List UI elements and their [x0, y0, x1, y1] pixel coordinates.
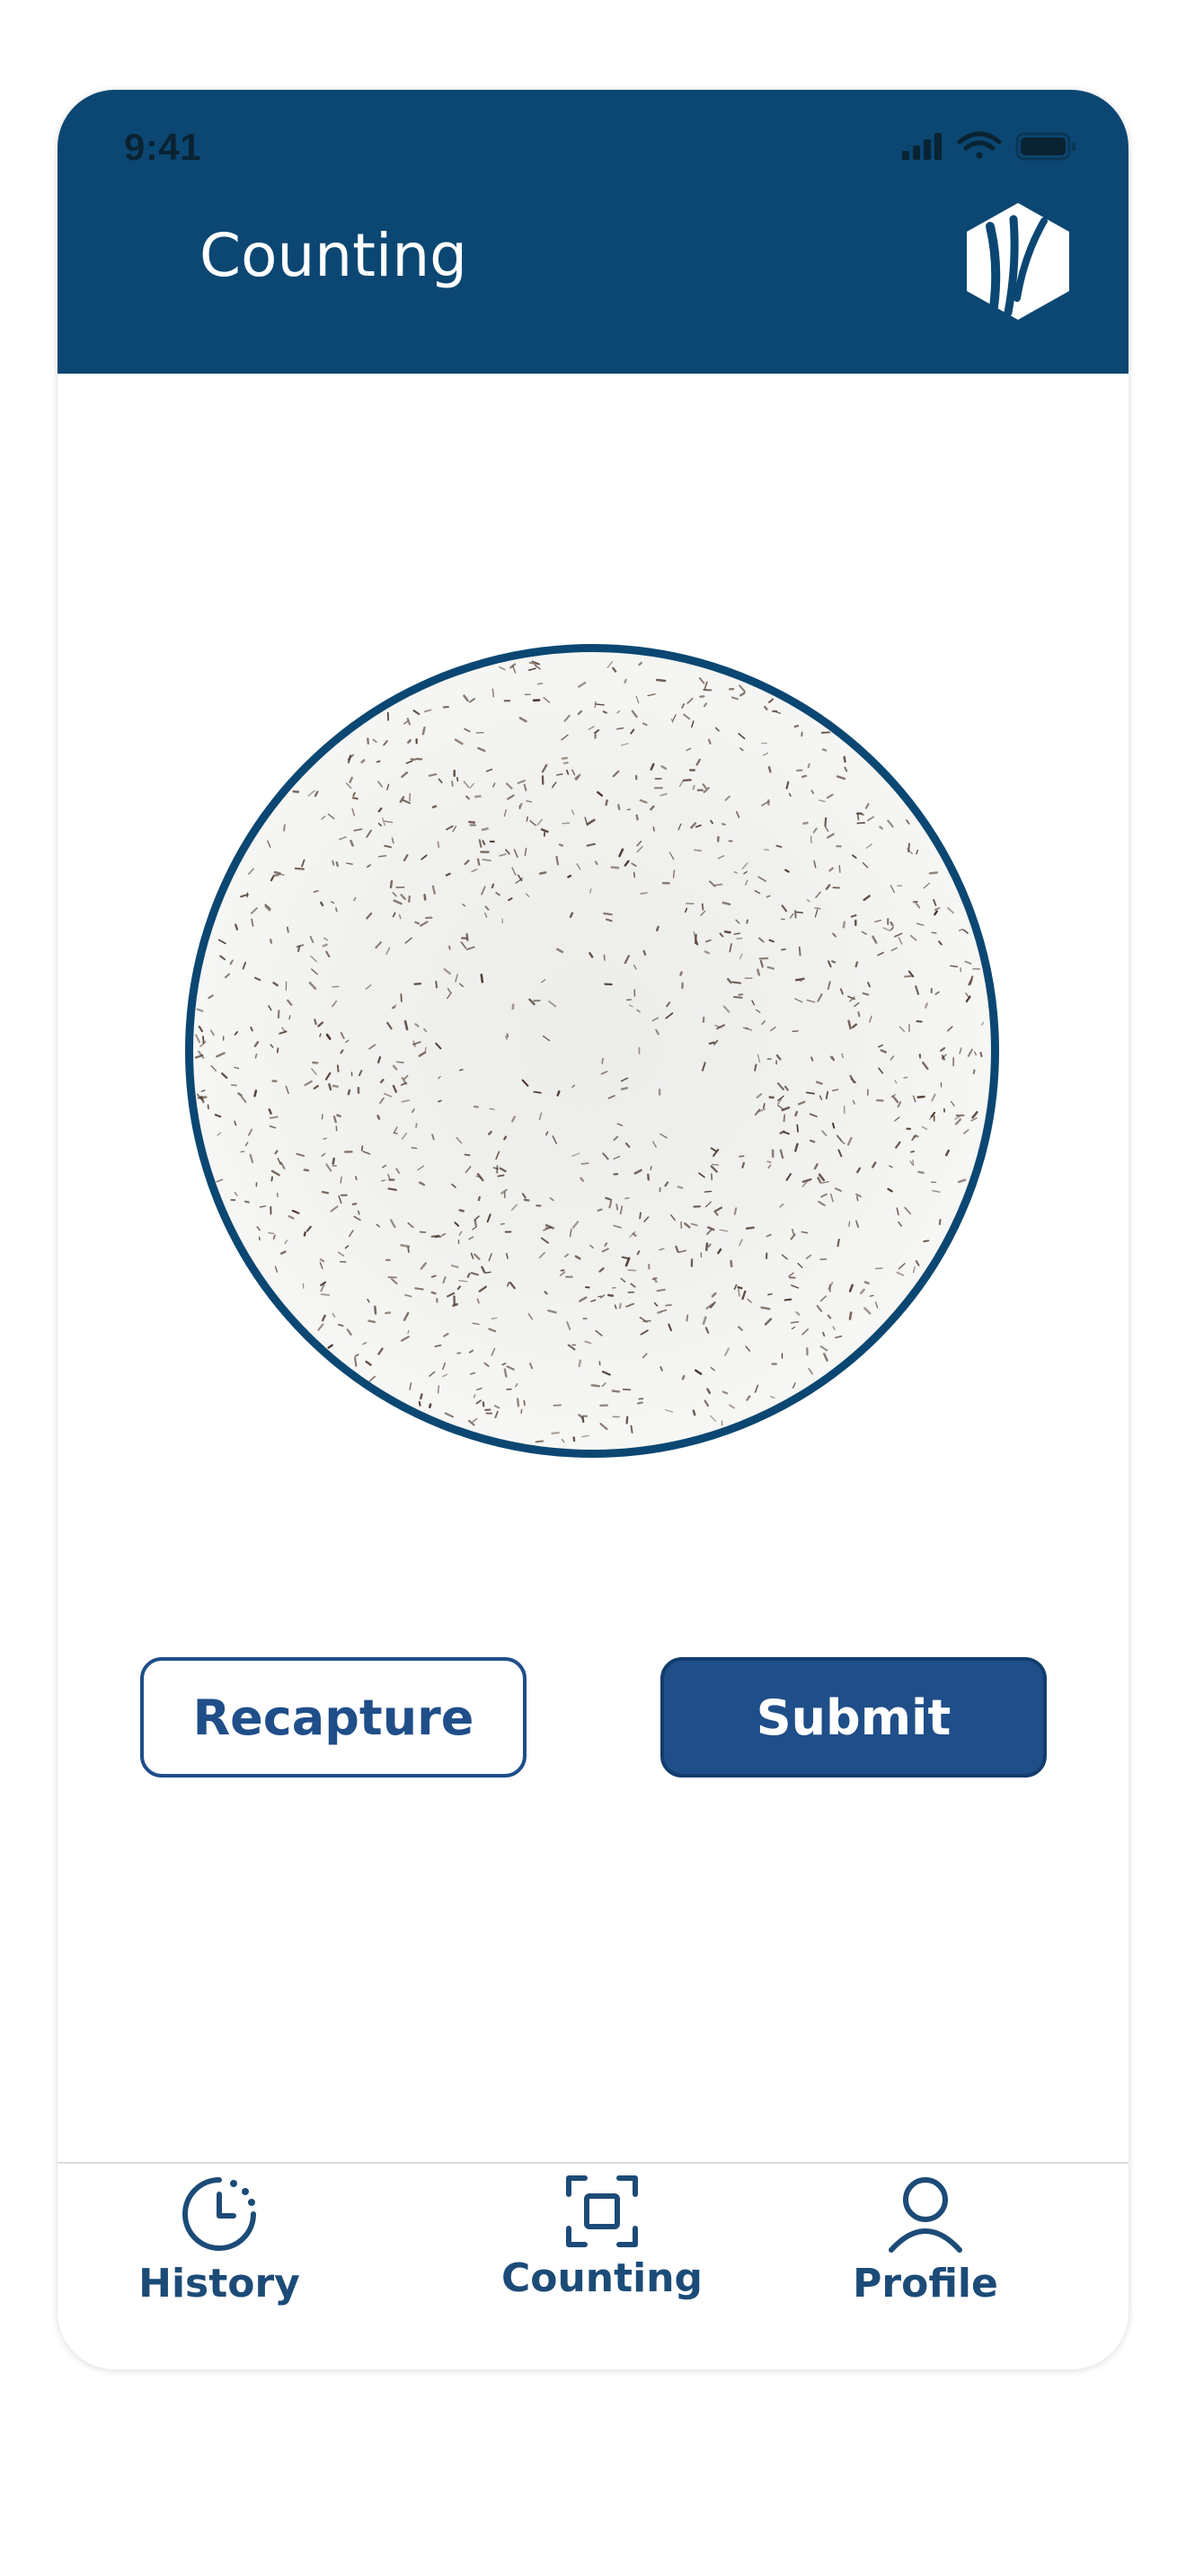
app-header: 9:41 Counting [58, 90, 1128, 374]
scan-frame-icon [563, 2173, 641, 2254]
bottom-tab-bar: History Counting Profile [58, 2162, 1128, 2369]
tab-history[interactable]: History [129, 2164, 309, 2369]
history-clock-icon [178, 2173, 261, 2259]
submit-button[interactable]: Submit [660, 1657, 1047, 1778]
recapture-button[interactable]: Recapture [140, 1657, 527, 1778]
tab-counting-label: Counting [500, 2255, 704, 2301]
battery-icon [1015, 132, 1075, 161]
sample-specks [194, 660, 984, 1443]
user-icon [884, 2173, 967, 2259]
wifi-icon [957, 131, 1002, 159]
captured-sample-image [185, 644, 999, 1458]
tab-profile[interactable]: Profile [836, 2164, 1015, 2369]
tab-profile-label: Profile [853, 2261, 998, 2307]
status-icons [902, 131, 1082, 162]
tab-history-label: History [138, 2261, 300, 2307]
cellular-signal-icon [902, 133, 942, 160]
page-title: Counting [199, 221, 468, 290]
app-logo-icon [961, 201, 1075, 322]
page: 9:41 Counting Recapture Submit History C… [0, 0, 1186, 2576]
tab-counting[interactable]: Counting [494, 2164, 710, 2369]
phone-screen: 9:41 Counting Recapture Submit History C… [58, 90, 1128, 2369]
status-time: 9:41 [124, 126, 202, 168]
